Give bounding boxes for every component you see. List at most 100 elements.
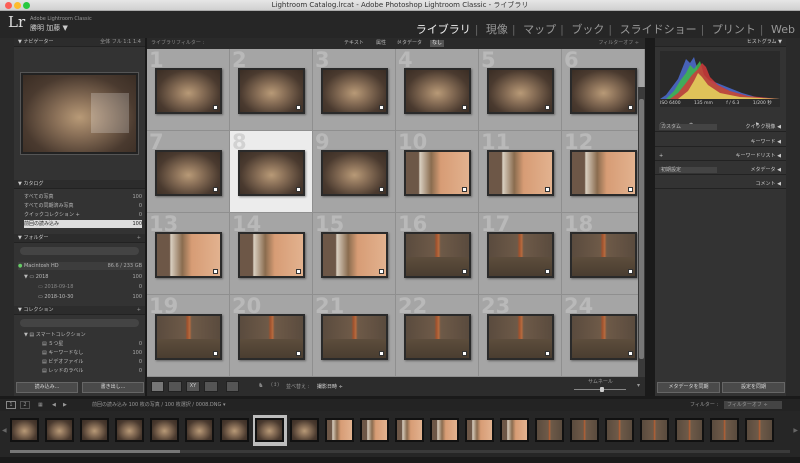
module-book[interactable]: ブック xyxy=(571,23,604,36)
filmstrip-scroll-thumb[interactable] xyxy=(10,450,180,453)
user-name[interactable]: 勝明 加藤 ▼ xyxy=(30,23,68,33)
folder-item-2018[interactable]: ▼ ▭ 2018 100 xyxy=(24,273,142,281)
filmstrip-thumbnail[interactable] xyxy=(500,418,529,442)
edit-badge-icon[interactable] xyxy=(628,351,633,356)
photo-thumbnail[interactable] xyxy=(404,314,471,360)
folder-item-2018-09-18[interactable]: ▭ 2018-09-18 0 xyxy=(24,283,142,291)
sync-metadata-button[interactable]: メタデータを同期 xyxy=(657,382,720,393)
filmstrip-left-arrow-icon[interactable]: ◀ xyxy=(2,427,7,434)
filmstrip-source-info[interactable]: 前回の読み込み 100 枚の写真 / 100 枚選択 / 0008.DNG ▾ xyxy=(92,399,225,411)
edit-badge-icon[interactable] xyxy=(628,269,633,274)
folder-item-2018-10-30[interactable]: ▭ 2018-10-30 100 xyxy=(24,293,142,301)
photo-thumbnail[interactable] xyxy=(570,68,637,114)
smart-collection-set[interactable]: ▼ ▤ スマートコレクション xyxy=(24,331,142,339)
grid-cell[interactable]: 21 xyxy=(313,295,396,377)
filmstrip-thumbnail[interactable] xyxy=(395,418,424,442)
grid-cell[interactable]: 18 xyxy=(562,213,645,295)
photo-thumbnail[interactable] xyxy=(238,68,305,114)
grid-cell[interactable]: 13 xyxy=(147,213,230,295)
survey-view-button[interactable] xyxy=(204,381,218,392)
module-develop[interactable]: 現像 xyxy=(486,23,508,36)
forward-arrow-icon[interactable]: ▶ xyxy=(63,399,67,411)
filmstrip-thumbnail[interactable] xyxy=(745,418,774,442)
bottom-panel-edge[interactable] xyxy=(0,457,800,463)
grid-cell[interactable]: 16 xyxy=(396,213,479,295)
filmstrip-thumbnail[interactable] xyxy=(255,418,284,442)
volume-row[interactable]: ● Macintosh HD 86.6 / 233 GB xyxy=(18,262,142,270)
edit-badge-icon[interactable] xyxy=(628,105,633,110)
edit-badge-icon[interactable] xyxy=(213,269,218,274)
module-map[interactable]: マップ xyxy=(523,23,556,36)
grid-cell[interactable]: 6 xyxy=(562,49,645,131)
compare-view-button[interactable]: XY xyxy=(186,381,200,392)
filter-text-tab[interactable]: テキスト xyxy=(342,40,366,47)
navigator-header[interactable]: ▼ ナビゲーター 全体 フル 1:1 1:4 xyxy=(14,38,145,47)
filmstrip-right-arrow-icon[interactable]: ▶ xyxy=(793,427,798,434)
edit-badge-icon[interactable] xyxy=(462,351,467,356)
photo-thumbnail[interactable] xyxy=(570,150,637,196)
filmstrip-thumbnail[interactable] xyxy=(710,418,739,442)
catalog-item-synced[interactable]: すべての同期済み写真 0 xyxy=(24,202,142,210)
navigator-zoom-options[interactable]: 全体 フル 1:1 1:4 xyxy=(100,38,141,47)
metadata-preset[interactable]: 初期設定 xyxy=(659,167,717,173)
filmstrip-thumbnail[interactable] xyxy=(675,418,704,442)
filter-preset[interactable]: フィルターオフ ÷ xyxy=(598,38,639,49)
left-panel-edge[interactable] xyxy=(0,38,14,396)
edit-badge-icon[interactable] xyxy=(545,187,550,192)
filmstrip-thumbnail[interactable] xyxy=(220,418,249,442)
photo-thumbnail[interactable] xyxy=(155,232,222,278)
filmstrip-thumbnail[interactable] xyxy=(605,418,634,442)
photo-thumbnail[interactable] xyxy=(487,314,554,360)
add-keyword-icon[interactable]: + xyxy=(659,151,663,161)
photo-thumbnail[interactable] xyxy=(404,150,471,196)
edit-badge-icon[interactable] xyxy=(462,187,467,192)
photo-thumbnail[interactable] xyxy=(155,314,222,360)
import-button[interactable]: 読み込み... xyxy=(16,382,78,393)
grid-cell[interactable]: 4 xyxy=(396,49,479,131)
catalog-item-quick[interactable]: クイックコレクション + 0 xyxy=(24,211,142,219)
grid-scroll-thumb[interactable] xyxy=(639,99,644,359)
grid-cell[interactable]: 22 xyxy=(396,295,479,377)
grid-cell[interactable]: 23 xyxy=(479,295,562,377)
thumbnail-size-handle[interactable] xyxy=(600,387,604,392)
folders-header[interactable]: ▼ フォルダー + xyxy=(14,234,145,243)
keyword-list-row[interactable]: + キーワードリスト ◀ xyxy=(655,151,786,161)
display-1-button[interactable]: 1 xyxy=(6,401,16,409)
photo-thumbnail[interactable] xyxy=(487,150,554,196)
sort-direction-icon[interactable]: (↕) xyxy=(271,382,279,388)
filmstrip-thumbnail[interactable] xyxy=(45,418,74,442)
edit-badge-icon[interactable] xyxy=(296,269,301,274)
grid-cell[interactable]: 17 xyxy=(479,213,562,295)
grid-cell[interactable]: 12 xyxy=(562,131,645,213)
photo-thumbnail[interactable] xyxy=(321,68,388,114)
photo-thumbnail[interactable] xyxy=(238,232,305,278)
edit-badge-icon[interactable] xyxy=(213,105,218,110)
grid-cell[interactable]: 24 xyxy=(562,295,645,377)
grid-cell[interactable]: 3 xyxy=(313,49,396,131)
photo-thumbnail[interactable] xyxy=(321,314,388,360)
collection-no-keywords[interactable]: ▤ キーワードなし 100 xyxy=(24,349,142,357)
edit-badge-icon[interactable] xyxy=(545,269,550,274)
photo-thumbnail[interactable] xyxy=(321,232,388,278)
module-print[interactable]: プリント xyxy=(712,23,756,36)
quick-develop-row[interactable]: カスタム クイック現像 ◀ xyxy=(655,122,786,132)
filter-none-tab[interactable]: なし xyxy=(430,40,445,47)
photo-thumbnail[interactable] xyxy=(570,314,637,360)
photo-thumbnail[interactable] xyxy=(404,232,471,278)
filmstrip-thumbnail[interactable] xyxy=(465,418,494,442)
collection-search-field[interactable] xyxy=(20,319,139,327)
loupe-view-button[interactable] xyxy=(168,381,182,392)
grid-cell[interactable]: 20 xyxy=(230,295,313,377)
grid-cell[interactable]: 14 xyxy=(230,213,313,295)
filmstrip-thumbnail[interactable] xyxy=(325,418,354,442)
people-view-button[interactable] xyxy=(226,381,239,392)
edit-badge-icon[interactable] xyxy=(379,105,384,110)
spray-can-icon[interactable]: ♞ xyxy=(258,382,263,389)
edit-badge-icon[interactable] xyxy=(379,187,384,192)
display-2-button[interactable]: 2 xyxy=(20,401,30,409)
filmstrip-scrollbar[interactable] xyxy=(10,450,790,453)
filmstrip-thumbnail[interactable] xyxy=(535,418,564,442)
module-web[interactable]: Web xyxy=(771,23,795,36)
edit-badge-icon[interactable] xyxy=(462,105,467,110)
folder-search-field[interactable] xyxy=(20,247,139,255)
